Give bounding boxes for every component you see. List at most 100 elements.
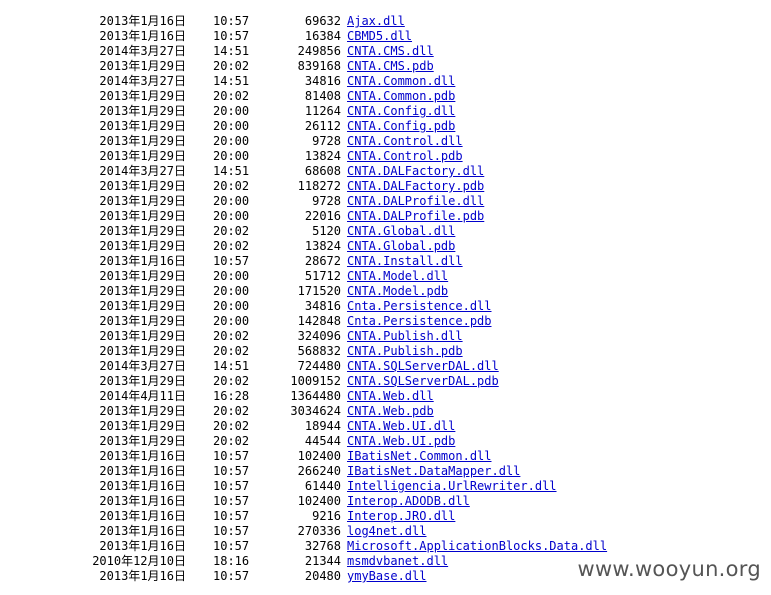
file-time: 20:02: [213, 89, 250, 103]
file-row: 2013年1月29日 20:02 13824 CNTA.Global.pdb: [0, 239, 771, 254]
file-link[interactable]: CNTA.Control.pdb: [347, 149, 463, 164]
file-time: 20:02: [213, 329, 250, 343]
file-link[interactable]: CNTA.SQLServerDAL.dll: [347, 359, 499, 374]
file-size: 20480: [304, 569, 341, 583]
file-link[interactable]: Ajax.dll: [347, 14, 405, 29]
file-link[interactable]: CNTA.DALFactory.pdb: [347, 179, 484, 194]
file-date: 2013年1月16日: [99, 479, 186, 493]
file-date: 2014年4月11日: [99, 389, 186, 403]
file-size: 21344: [304, 554, 341, 568]
file-size: 22016: [304, 209, 341, 223]
file-date: 2013年1月16日: [99, 464, 186, 478]
file-time: 14:51: [213, 44, 250, 58]
file-row: 2014年3月27日 14:51 249856 CNTA.CMS.dll: [0, 44, 771, 59]
file-link[interactable]: Cnta.Persistence.pdb: [347, 314, 492, 329]
file-date: 2013年1月29日: [99, 329, 186, 343]
file-link[interactable]: CNTA.Common.pdb: [347, 89, 455, 104]
file-link[interactable]: CNTA.Global.pdb: [347, 239, 455, 254]
file-link[interactable]: IBatisNet.DataMapper.dll: [347, 464, 520, 479]
file-link[interactable]: log4net.dll: [347, 524, 426, 539]
file-date: 2013年1月29日: [99, 209, 186, 223]
file-link[interactable]: CNTA.Publish.pdb: [347, 344, 463, 359]
file-row: 2013年1月16日 10:57 9216 Interop.JRO.dll: [0, 509, 771, 524]
file-date: 2013年1月29日: [99, 59, 186, 73]
file-link[interactable]: Microsoft.ApplicationBlocks.Data.dll: [347, 539, 607, 554]
file-date: 2013年1月16日: [99, 494, 186, 508]
file-date: 2013年1月29日: [99, 374, 186, 388]
file-link[interactable]: CNTA.Web.pdb: [347, 404, 434, 419]
file-time: 20:00: [213, 209, 250, 223]
file-link[interactable]: CNTA.Model.pdb: [347, 284, 448, 299]
file-size: 9728: [312, 134, 341, 148]
file-link[interactable]: CNTA.Model.dll: [347, 269, 448, 284]
file-row: 2013年1月29日 20:00 9728 CNTA.DALProfile.dll: [0, 194, 771, 209]
file-date: 2013年1月16日: [99, 254, 186, 268]
file-link[interactable]: CNTA.Web.dll: [347, 389, 434, 404]
file-size: 13824: [304, 149, 341, 163]
file-date: 2013年1月29日: [99, 284, 186, 298]
file-row: 2013年1月16日 10:57 69632 Ajax.dll: [0, 14, 771, 29]
file-time: 20:00: [213, 314, 250, 328]
file-size: 324096: [297, 329, 341, 343]
file-date: 2014年3月27日: [99, 359, 186, 373]
file-link[interactable]: CNTA.CMS.pdb: [347, 59, 434, 74]
file-time: 10:57: [213, 509, 250, 523]
file-date: 2013年1月29日: [99, 119, 186, 133]
file-link[interactable]: CNTA.DALProfile.dll: [347, 194, 484, 209]
file-size: 266240: [297, 464, 341, 478]
file-row: 2013年1月29日 20:00 34816 Cnta.Persistence.dll: [0, 299, 771, 314]
file-size: 171520: [297, 284, 341, 298]
file-time: 10:57: [213, 494, 250, 508]
file-date: 2013年1月29日: [99, 314, 186, 328]
file-link[interactable]: IBatisNet.Common.dll: [347, 449, 492, 464]
file-link[interactable]: msmdvbanet.dll: [347, 554, 448, 569]
file-date: 2013年1月29日: [99, 419, 186, 433]
file-link[interactable]: CNTA.Common.dll: [347, 74, 455, 89]
file-time: 10:57: [213, 464, 250, 478]
file-link[interactable]: CNTA.Global.dll: [347, 224, 455, 239]
file-link[interactable]: CNTA.Publish.dll: [347, 329, 463, 344]
file-size: 18944: [304, 419, 341, 433]
file-link[interactable]: CNTA.Control.dll: [347, 134, 463, 149]
file-link[interactable]: CBMD5.dll: [347, 29, 412, 44]
file-link[interactable]: ymyBase.dll: [347, 569, 426, 584]
file-link[interactable]: CNTA.CMS.dll: [347, 44, 434, 59]
file-link[interactable]: CNTA.Web.UI.pdb: [347, 434, 455, 449]
file-link[interactable]: CNTA.DALFactory.dll: [347, 164, 484, 179]
file-date: 2014年3月27日: [99, 44, 186, 58]
file-row: 2013年1月29日 20:02 18944 CNTA.Web.UI.dll: [0, 419, 771, 434]
file-date: 2013年1月29日: [99, 224, 186, 238]
file-row: 2013年1月29日 20:02 1009152 CNTA.SQLServerDAL.…: [0, 374, 771, 389]
file-time: 10:57: [213, 539, 250, 553]
file-date: 2013年1月29日: [99, 269, 186, 283]
file-link[interactable]: CNTA.Install.dll: [347, 254, 463, 269]
file-link[interactable]: Interop.JRO.dll: [347, 509, 455, 524]
file-size: 270336: [297, 524, 341, 538]
file-size: 568832: [297, 344, 341, 358]
file-link[interactable]: CNTA.DALProfile.pdb: [347, 209, 484, 224]
file-size: 81408: [304, 89, 341, 103]
file-size: 51712: [304, 269, 341, 283]
file-link[interactable]: CNTA.Config.dll: [347, 104, 455, 119]
file-row: 2013年1月29日 20:02 568832 CNTA.Publish.pdb: [0, 344, 771, 359]
file-row: 2013年1月29日 20:02 324096 CNTA.Publish.dll: [0, 329, 771, 344]
file-link[interactable]: Cnta.Persistence.dll: [347, 299, 492, 314]
file-date: 2013年1月29日: [99, 239, 186, 253]
file-link[interactable]: CNTA.Web.UI.dll: [347, 419, 455, 434]
file-time: 10:57: [213, 449, 250, 463]
file-link[interactable]: Interop.ADODB.dll: [347, 494, 470, 509]
file-link[interactable]: CNTA.Config.pdb: [347, 119, 455, 134]
file-date: 2013年1月29日: [99, 134, 186, 148]
file-size: 724480: [297, 359, 341, 373]
file-link[interactable]: Intelligencia.UrlRewriter.dll: [347, 479, 557, 494]
file-time: 20:00: [213, 284, 250, 298]
file-size: 249856: [297, 44, 341, 58]
file-time: 10:57: [213, 14, 250, 28]
file-time: 10:57: [213, 569, 250, 583]
file-size: 102400: [297, 494, 341, 508]
file-link[interactable]: CNTA.SQLServerDAL.pdb: [347, 374, 499, 389]
file-size: 102400: [297, 449, 341, 463]
file-row: 2013年1月16日 10:57 32768 Microsoft.Applicatio…: [0, 539, 771, 554]
file-row: 2014年3月27日 14:51 724480 CNTA.SQLServerDAL.d…: [0, 359, 771, 374]
file-time: 20:02: [213, 404, 250, 418]
